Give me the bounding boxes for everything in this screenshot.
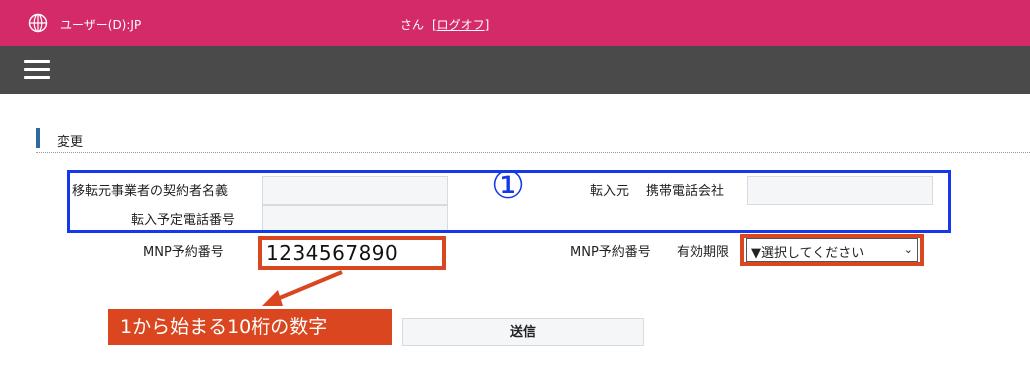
annotation-callout: 1から始まる10桁の数字 — [108, 309, 392, 345]
submit-button[interactable]: 送信 — [402, 318, 644, 346]
